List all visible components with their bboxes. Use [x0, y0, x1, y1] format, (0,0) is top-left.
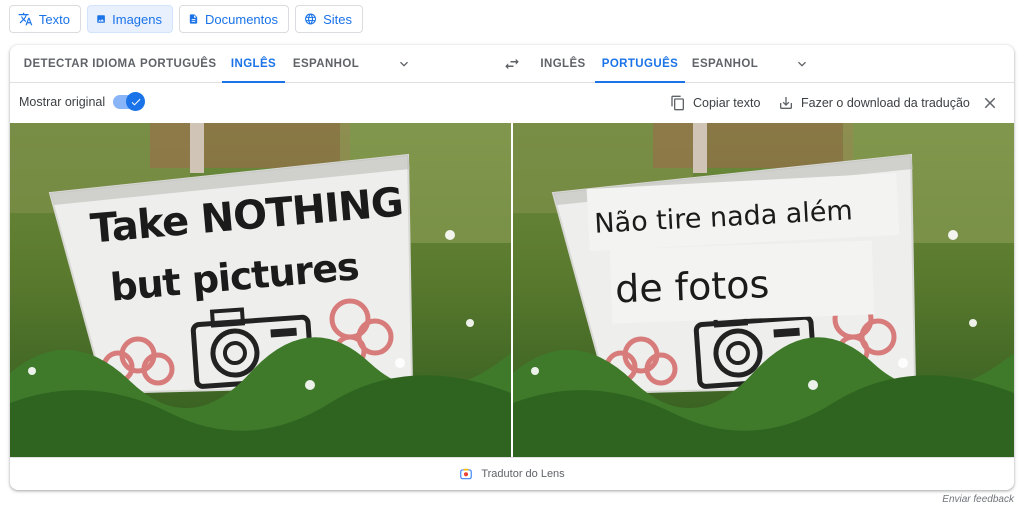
lens-footer: Tradutor do Lens	[10, 457, 1014, 490]
download-label: Fazer o download da tradução	[801, 96, 970, 110]
lens-camera-icon	[460, 468, 473, 480]
source-lang-portuguese[interactable]: PORTUGUÊS	[140, 45, 216, 83]
target-lang-spanish[interactable]: ESPANHOL	[690, 45, 760, 83]
image-toolbar: Mostrar original Copiar texto Fazer o do…	[10, 83, 1014, 123]
show-original-toggle[interactable]	[113, 92, 145, 111]
mode-images-button[interactable]: Imagens	[87, 5, 173, 33]
swap-languages-icon[interactable]	[503, 55, 521, 73]
original-image-panel: Take NOTHING but pictures	[10, 123, 511, 457]
mode-sites-label: Sites	[323, 11, 352, 27]
toggle-knob	[126, 92, 145, 111]
image-panels: Take NOTHING but pictures Não tire nada …	[10, 123, 1014, 457]
language-bar: DETECTAR IDIOMA PORTUGUÊS INGLÊS ESPANHO…	[10, 45, 1014, 83]
target-lang-portuguese[interactable]: PORTUGUÊS	[595, 45, 685, 83]
mode-text-label: Texto	[38, 11, 70, 27]
mode-documents-button[interactable]: Documentos	[179, 5, 289, 33]
mode-selector: Texto Imagens Documentos Sites	[9, 5, 363, 33]
translated-sign-line2: de fotos	[609, 240, 875, 324]
copy-text-label: Copiar texto	[693, 96, 761, 110]
mode-images-label: Imagens	[112, 11, 162, 27]
send-feedback-link[interactable]: Enviar feedback	[942, 494, 1014, 505]
source-more-chevron-down-icon[interactable]	[396, 56, 412, 72]
translation-card: DETECTAR IDIOMA PORTUGUÊS INGLÊS ESPANHO…	[10, 45, 1014, 490]
source-lang-english[interactable]: INGLÊS	[222, 45, 285, 83]
image-icon	[97, 15, 105, 23]
copy-icon	[671, 95, 684, 111]
source-lang-spanish[interactable]: ESPANHOL	[292, 45, 360, 83]
mode-sites-button[interactable]: Sites	[295, 5, 363, 33]
download-icon	[780, 97, 792, 109]
target-more-chevron-down-icon[interactable]	[794, 56, 810, 72]
check-icon	[131, 98, 140, 105]
download-translation-button[interactable]: Fazer o download da tradução	[778, 93, 970, 113]
source-lang-detect[interactable]: DETECTAR IDIOMA	[20, 45, 140, 83]
show-original-label: Mostrar original	[19, 95, 106, 109]
translated-image-panel: Não tire nada além de fotos	[513, 123, 1014, 457]
mode-text-button[interactable]: Texto	[9, 5, 81, 33]
target-lang-english[interactable]: INGLÊS	[536, 45, 590, 83]
lens-footer-label: Tradutor do Lens	[481, 468, 565, 480]
globe-icon	[305, 13, 317, 25]
translate-icon	[18, 12, 33, 26]
copy-text-button[interactable]: Copiar texto	[670, 93, 760, 113]
close-icon[interactable]	[981, 94, 999, 112]
mode-documents-label: Documentos	[205, 11, 278, 27]
document-icon	[189, 14, 198, 24]
